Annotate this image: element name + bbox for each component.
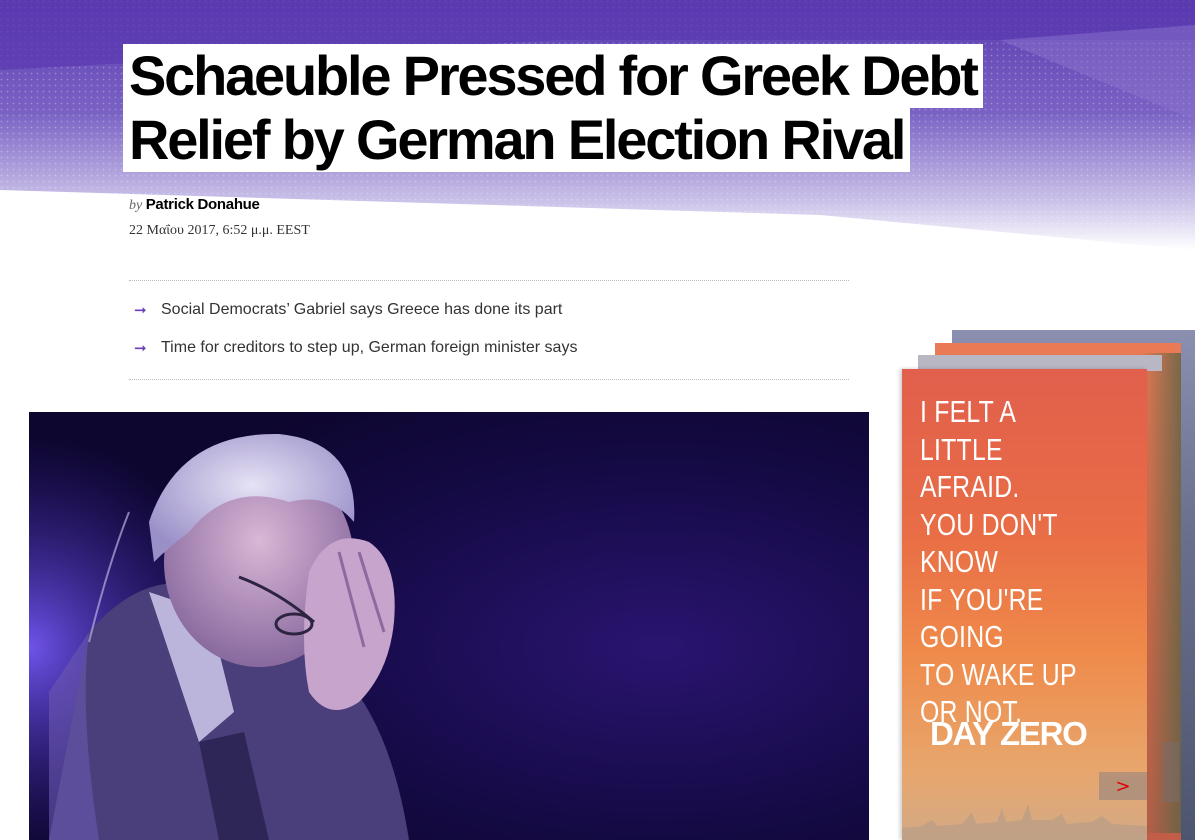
publish-date: 22 Μαΐου 2017, 6:52 μ.μ. EEST [129, 223, 310, 238]
arrow-right-icon: ➞ [134, 340, 147, 357]
ad-quote-line: I FELT A [920, 394, 1017, 429]
ad-quote-line: YOU DON'T KNOW [920, 506, 1058, 580]
ad-logo: DAY ZERO [930, 715, 1088, 752]
ad-quote-line: TO WAKE UP [920, 656, 1077, 692]
ad-quote: I FELT A LITTLE AFRAID. YOU DON'T KNOW I… [920, 393, 1096, 731]
arrow-right-icon: ➞ [134, 302, 147, 319]
ad-next-button[interactable]: > [1099, 772, 1147, 800]
article-headline: Schaeuble Pressed for Greek Debt Relief … [123, 44, 1083, 172]
advertisement[interactable]: I FELT A LITTLE AFRAID. YOU DON'T KNOW I… [902, 369, 1147, 840]
summary-text: Time for creditors to step up, German fo… [161, 339, 578, 356]
headline-line-1: Schaeuble Pressed for Greek Debt [123, 44, 983, 108]
ad-quote-line: IF YOU'RE GOING [920, 581, 1044, 655]
article-summary: ➞ Social Democrats’ Gabriel says Greece … [129, 280, 849, 380]
byline: by Patrick Donahue [129, 196, 260, 214]
summary-item: ➞ Social Democrats’ Gabriel says Greece … [129, 291, 849, 329]
headline-line-2: Relief by German Election Rival [123, 108, 911, 172]
ad-next-shadow [1163, 742, 1179, 802]
author-link[interactable]: Patrick Donahue [146, 196, 260, 213]
ad-quote-line: LITTLE AFRAID. [920, 431, 1020, 505]
hero-image [29, 412, 869, 840]
byline-prefix: by [129, 198, 143, 213]
summary-item: ➞ Time for creditors to step up, German … [129, 329, 849, 367]
summary-text: Social Democrats’ Gabriel says Greece ha… [161, 301, 563, 318]
